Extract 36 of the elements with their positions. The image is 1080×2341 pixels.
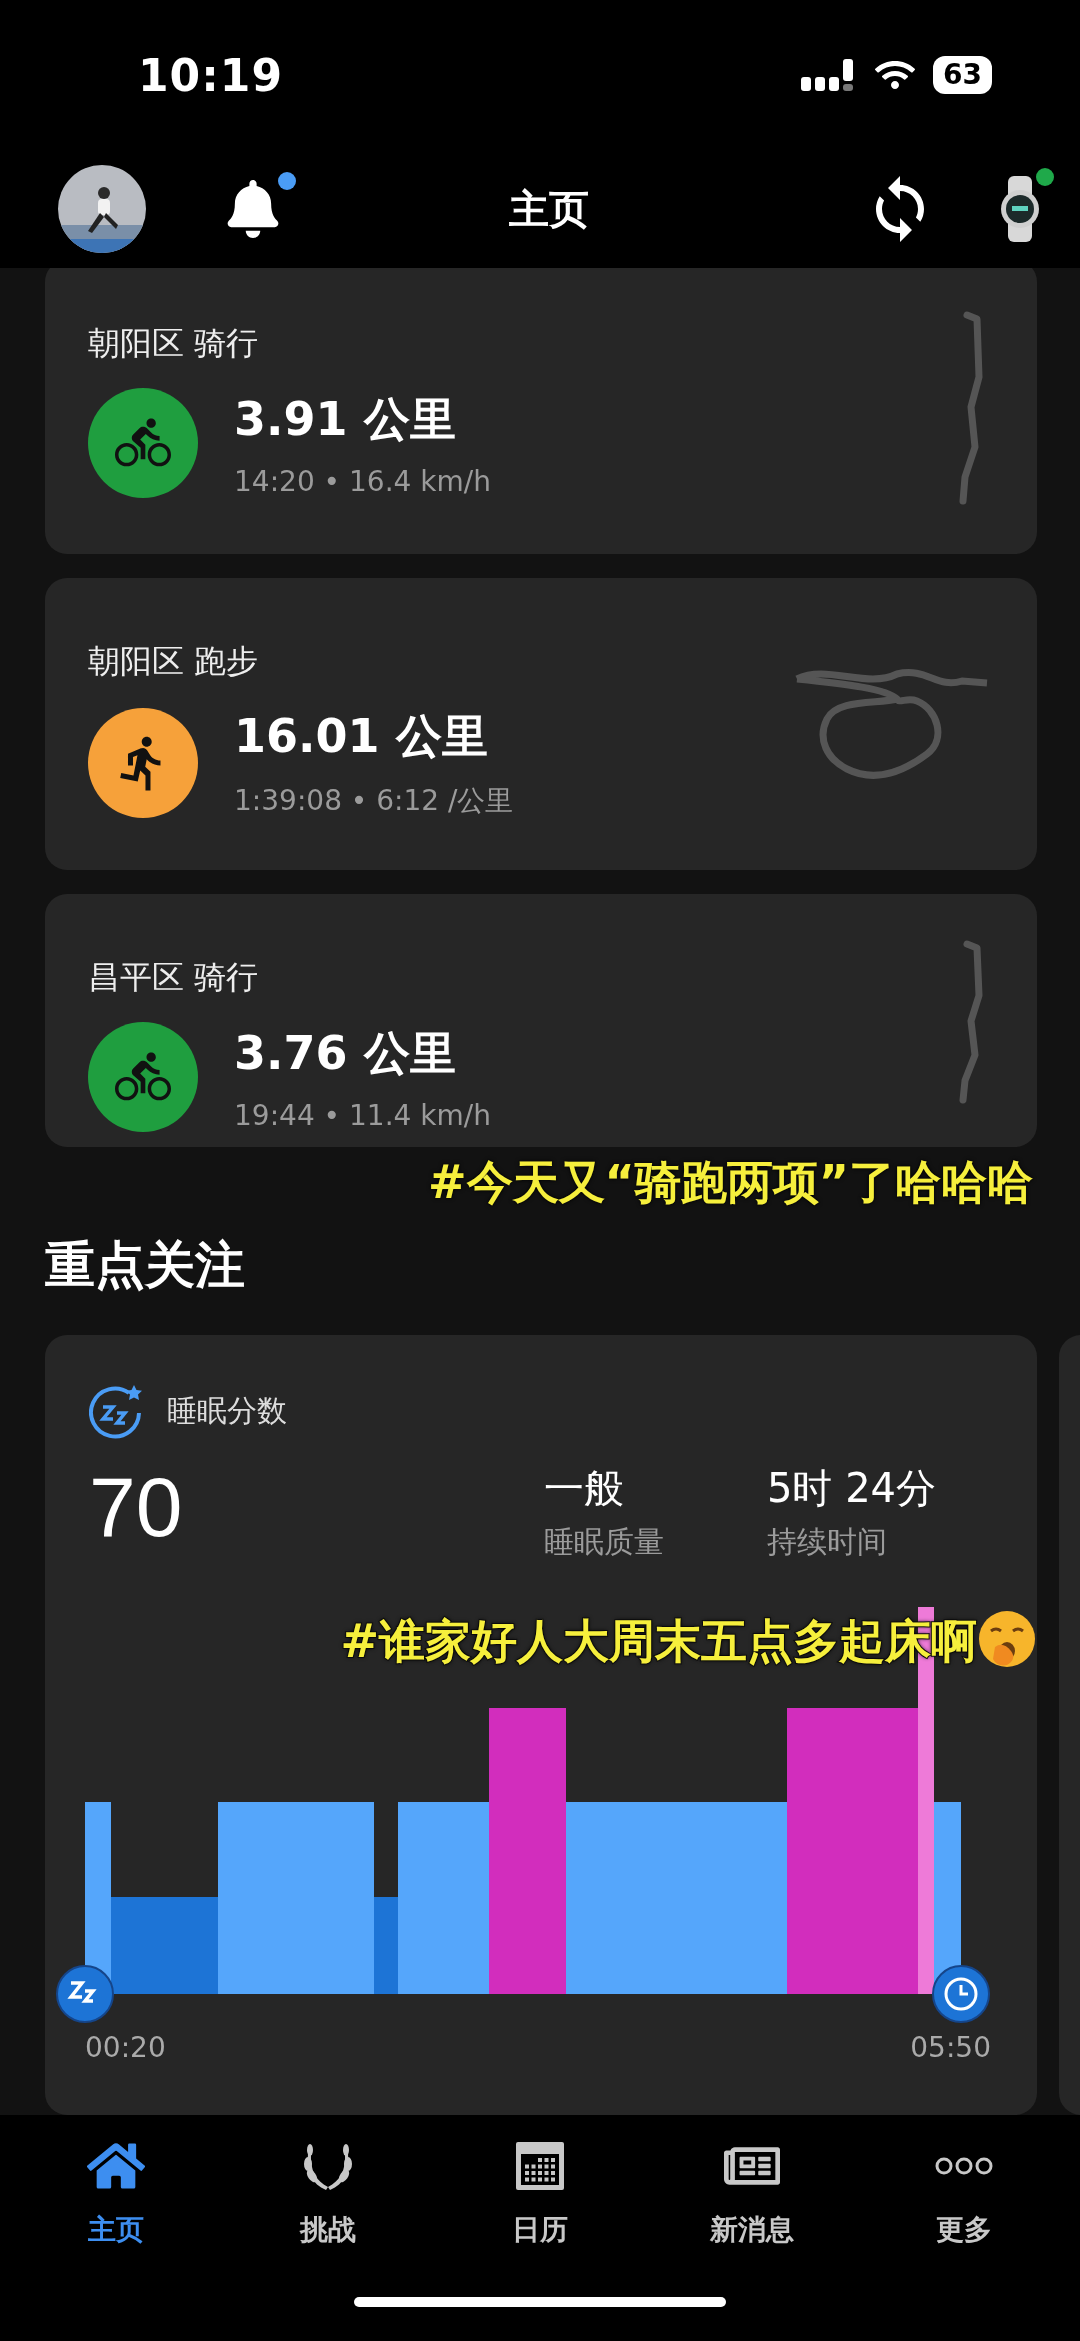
sleep-start-time: 00:20 <box>85 2031 166 2064</box>
tab[interactable]: 新消息 <box>677 2135 827 2249</box>
sleep-title: 睡眠分数 <box>167 1391 287 1430</box>
calendar-icon <box>514 2140 566 2192</box>
tab[interactable]: 日历 <box>465 2135 615 2249</box>
alarm-clock-icon <box>932 1965 990 2023</box>
battery-level: 63 <box>933 56 992 94</box>
more-icon <box>935 2157 993 2175</box>
tab[interactable]: 主页 <box>41 2135 191 2249</box>
activity-title: 朝阳区 跑步 <box>88 641 260 682</box>
sleep-score: 70 <box>89 1461 184 1554</box>
activity-distance: 3.91 公里 <box>234 390 457 448</box>
status-time: 10:19 <box>138 49 284 101</box>
page-title: 主页 <box>509 184 589 234</box>
activity-card[interactable]: 昌平区 骑行 3.76 公里 19:44 • 11.4 km/h <box>45 894 1037 1147</box>
yawning-face-icon <box>977 1609 1037 1669</box>
activity-card[interactable]: 朝阳区 骑行 3.91 公里 14:20 • 16.4 km/h <box>45 268 1037 554</box>
sleep-start-icon <box>56 1965 114 2023</box>
activity-distance: 3.76 公里 <box>234 1024 457 1082</box>
activity-title: 昌平区 骑行 <box>88 957 260 998</box>
activity-distance: 16.01 公里 <box>234 708 489 765</box>
watch-icon[interactable] <box>1000 176 1040 242</box>
sleep-duration: 5时 24分 <box>767 1464 938 1513</box>
activity-card[interactable]: 朝阳区 跑步 16.01 公里 1:39:08 • 6:12 /公里 <box>45 578 1037 870</box>
activity-title: 朝阳区 骑行 <box>88 323 260 364</box>
activity-details: 19:44 • 11.4 km/h <box>234 1098 491 1132</box>
activity-details: 1:39:08 • 6:12 /公里 <box>234 783 514 819</box>
activity-details: 14:20 • 16.4 km/h <box>234 464 491 498</box>
sleep-quality: 一般 <box>544 1464 625 1513</box>
sleep-end-time: 05:50 <box>910 2031 991 2064</box>
duration-label: 持续时间 <box>767 1523 888 1561</box>
annotation-text: #今天又“骑跑两项”了哈哈哈 <box>428 1154 1033 1211</box>
tab[interactable]: 挑战 <box>253 2135 403 2249</box>
quality-label: 睡眠质量 <box>544 1523 665 1561</box>
section-heading: 重点关注 <box>45 1235 245 1296</box>
tab[interactable]: 更多 <box>889 2135 1039 2249</box>
